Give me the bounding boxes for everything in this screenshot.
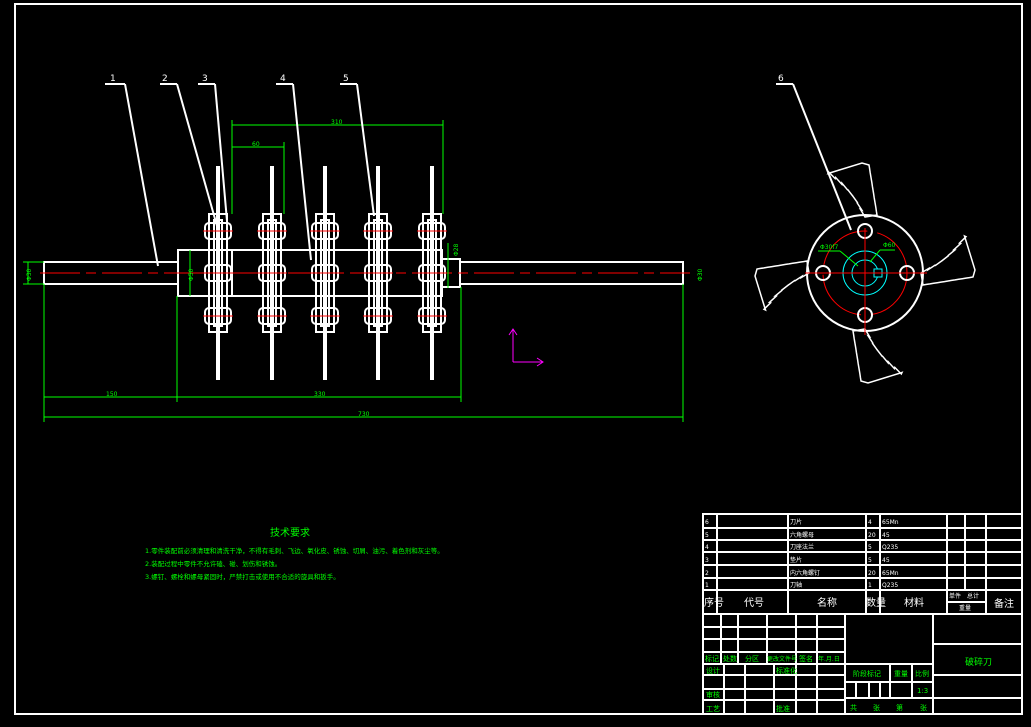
- tech-req-item: 1.零件装配前必须清理和清洗干净，不得有毛刺、飞边、氧化皮、锈蚀、切屑、油污、着…: [145, 546, 444, 555]
- label-sheet2: 张: [920, 703, 927, 712]
- parts-row: 1 刀轴 1 Q235: [705, 581, 898, 589]
- title-block-grid: [702, 513, 1023, 715]
- leader-line: [356, 83, 375, 217]
- part-no: 6: [705, 519, 709, 526]
- dim-right-shaft-dia: Φ30: [697, 268, 704, 281]
- part-no: 1: [705, 582, 709, 589]
- dim-bore-fit: Φ30f7: [820, 244, 838, 251]
- label-review: 审核: [706, 690, 720, 699]
- part-qty: 4: [868, 519, 872, 526]
- tech-req-title: 技术要求: [270, 526, 310, 539]
- part-name: 垫片: [790, 556, 802, 564]
- part-material: Q235: [882, 544, 898, 551]
- header-remark: 备注: [994, 597, 1014, 610]
- part-name: 刀轴: [790, 581, 802, 589]
- scale-value: 1:3: [917, 687, 928, 695]
- label-weight: 重量: [894, 670, 908, 678]
- tech-req-item: 3.螺钉、螺栓和螺母紧固时，严禁打击或使用不合适的旋具和扳手。: [145, 572, 340, 581]
- dim-left-shaft-len: 150: [106, 391, 118, 398]
- cutter-disc: [310, 166, 340, 380]
- drawing-title: 破碎刀: [965, 656, 992, 668]
- part-material: 45: [882, 557, 890, 564]
- cutter-disc: [363, 166, 393, 380]
- leader-line: [176, 83, 218, 227]
- label-change-doc: 更改文件号: [767, 655, 797, 663]
- label-design: 设计: [706, 666, 720, 675]
- label-mark: 标记: [705, 654, 719, 663]
- header-name: 名称: [817, 596, 837, 609]
- part-name: 六角螺母: [790, 531, 814, 539]
- part-material: Q235: [882, 582, 898, 589]
- part-qty: 5: [868, 557, 872, 564]
- label-stage-mark: 阶段标记: [853, 669, 881, 678]
- part-qty: 5: [868, 544, 872, 551]
- balloon-3: 3: [202, 74, 208, 84]
- label-zone: 分区: [745, 654, 759, 663]
- dim-right-step-dia: Φ28: [453, 243, 460, 256]
- balloon-1: 1: [110, 74, 116, 84]
- part-no: 5: [705, 532, 709, 539]
- dim-disc-span: 310: [331, 119, 343, 126]
- cutter-disc: [203, 166, 233, 380]
- balloon-5: 5: [343, 74, 349, 84]
- dimension-lines: [23, 120, 684, 422]
- balloon-2: 2: [162, 74, 168, 84]
- part-no: 2: [705, 570, 709, 577]
- part-qty: 20: [868, 570, 876, 577]
- part-qty: 20: [868, 532, 876, 539]
- label-approve: 批准: [776, 704, 790, 713]
- label-process: 工艺: [706, 705, 720, 713]
- dim-bore-outer: Φ60: [883, 242, 896, 249]
- side-view-cutter: [754, 162, 976, 384]
- balloon-4: 4: [280, 74, 286, 84]
- cutter-blade: [754, 260, 810, 312]
- parts-row: 2 内六角螺钉 20 65Mn: [705, 569, 899, 577]
- leader-line: [792, 83, 852, 231]
- cutter-blade: [920, 234, 976, 286]
- label-signature: 签名: [799, 654, 813, 663]
- leader-line: [292, 83, 312, 261]
- dim-disc-pitch: 60: [252, 141, 260, 148]
- front-view-assembly: [40, 166, 690, 380]
- parts-row: 5 六角螺母 20 45: [705, 531, 890, 539]
- part-name: 内六角螺钉: [790, 569, 820, 577]
- part-material: 45: [882, 532, 890, 539]
- part-name: 刀座法兰: [790, 543, 814, 551]
- dim-left-shaft-dia: Φ30: [26, 268, 33, 281]
- header-qty: 数量: [866, 596, 886, 609]
- part-material: 65Mn: [882, 570, 899, 577]
- part-material: 65Mn: [882, 519, 899, 526]
- title-block: 标记 处数 分区 更改文件号 签名 年.月.日 设计 标准化 审核 工艺 批准 …: [705, 654, 992, 713]
- label-sheet: 张: [873, 703, 880, 712]
- header-total: 总计: [967, 592, 979, 600]
- parts-row: 3 垫片 5 45: [705, 556, 890, 564]
- header-no: 序号: [704, 596, 724, 609]
- label-count: 处数: [723, 654, 737, 663]
- balloon-6: 6: [778, 74, 784, 84]
- parts-row: 6 刀片 4 65Mn: [705, 518, 899, 526]
- label-total-sheets: 共: [850, 703, 857, 712]
- ucs-axis-icon: [508, 328, 544, 367]
- label-sheet-no: 第: [896, 703, 903, 712]
- cutter-disc: [257, 166, 287, 380]
- part-name: 刀片: [790, 518, 802, 526]
- header-material: 材料: [904, 596, 924, 609]
- dim-total-len: 730: [358, 411, 370, 418]
- dim-body-len: 330: [314, 391, 326, 398]
- parts-row: 4 刀座法兰 5 Q235: [705, 543, 898, 551]
- dim-hub-dia: Φ50: [188, 268, 195, 281]
- part-no: 3: [705, 557, 709, 564]
- cad-drawing: 1 2 3 4 5 6 310 60 150 330 730 Φ30 Φ50 Φ…: [14, 3, 1023, 715]
- leader-line: [124, 83, 159, 267]
- header-weight: 重量: [959, 604, 971, 612]
- header-unit: 单件: [949, 592, 961, 600]
- label-scale: 比例: [915, 669, 929, 678]
- label-date: 年.月.日: [818, 655, 840, 663]
- header-code: 代号: [744, 597, 764, 609]
- part-qty: 1: [868, 582, 872, 589]
- part-no: 4: [705, 544, 709, 551]
- label-standardize: 标准化: [776, 666, 797, 675]
- cutter-blade: [852, 328, 904, 384]
- tech-req-item: 2.装配过程中零件不允许磕、碰、划伤和锈蚀。: [145, 559, 281, 568]
